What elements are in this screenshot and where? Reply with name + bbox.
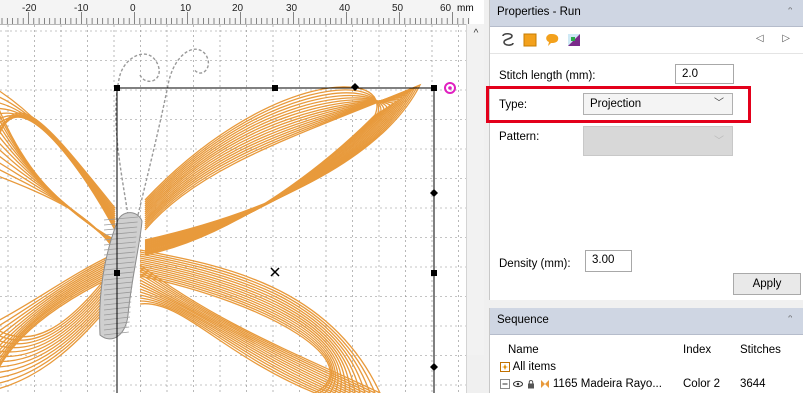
pattern-dropdown[interactable]: ﹀ [583, 126, 733, 156]
ruler-label: 10 [180, 3, 192, 14]
resize-handle[interactable] [114, 85, 120, 91]
horizontal-ruler: -20 -10 0 10 20 30 40 50 60 mm [0, 0, 474, 25]
canvas-scroll-corner [467, 355, 484, 393]
fill-square-icon[interactable] [522, 32, 538, 48]
row-stitches: 3644 [740, 378, 766, 390]
panel-nav-arrows-icon[interactable]: ◁ ▷ [756, 33, 798, 44]
rotate-handle[interactable] [430, 363, 438, 371]
ruler-label: 40 [339, 3, 351, 14]
ruler-label: -10 [74, 3, 89, 14]
vertical-scrollbar[interactable]: ^ [466, 24, 484, 393]
properties-title-bar: Properties - Run ᵔ [490, 0, 803, 27]
butterfly-body[interactable] [99, 212, 143, 340]
table-row[interactable]: 1165 Madeira Rayo... [500, 378, 662, 390]
eye-icon[interactable] [513, 379, 524, 389]
apply-button[interactable]: Apply [733, 273, 801, 295]
speech-bubble-icon[interactable] [544, 32, 560, 48]
lock-icon[interactable] [526, 379, 536, 389]
chevron-down-icon: ﹀ [714, 136, 724, 147]
magenta-anchor-icon[interactable] [444, 82, 456, 94]
pattern-label: Pattern: [499, 131, 540, 143]
ruler-label: 0 [130, 3, 136, 14]
embroidery-design[interactable] [0, 25, 466, 393]
stitch-length-label: Stitch length (mm): [499, 70, 596, 82]
rotate-handle[interactable] [430, 189, 438, 197]
ruler-label: 30 [286, 3, 298, 14]
ruler-label: 20 [232, 3, 244, 14]
resize-handle[interactable] [114, 270, 120, 276]
ruler-label: 50 [392, 3, 404, 14]
ruler-label: -20 [22, 3, 37, 14]
embroidery-palette-icon[interactable] [566, 32, 582, 48]
center-marker[interactable] [270, 267, 280, 277]
pin-icon[interactable]: ᵔ [788, 0, 792, 24]
properties-panel: Properties - Run ᵔ ◁ ▷ Stitch length (mm… [489, 0, 803, 300]
scroll-up-icon[interactable]: ^ [467, 28, 484, 44]
column-header-stitches[interactable]: Stitches [740, 344, 781, 356]
stitch-length-field[interactable]: 2.0 [675, 64, 734, 84]
butterfly-thumbnail-icon [540, 379, 549, 388]
row-name: 1165 Madeira Rayo... [552, 378, 662, 390]
panel-title: Properties - Run [497, 6, 581, 18]
butterfly-wings[interactable] [0, 83, 422, 393]
type-highlight-box [486, 86, 751, 123]
expand-icon[interactable] [500, 378, 510, 389]
properties-toolbar: ◁ ▷ [490, 27, 803, 54]
density-label: Density (mm): [499, 258, 571, 270]
pin-icon[interactable]: ᵔ [788, 308, 792, 332]
resize-handle[interactable] [272, 85, 278, 91]
outline-run-icon[interactable] [500, 32, 516, 48]
ruler-unit: mm [457, 3, 474, 14]
sequence-table: Name Index Stitches All items 1165 Madei… [490, 334, 803, 393]
row-index: Color 2 [683, 378, 721, 390]
design-canvas[interactable]: -20 -10 0 10 20 30 40 50 60 mm ^ [0, 0, 484, 393]
resize-handle[interactable] [431, 85, 437, 91]
all-items-label: All items [512, 361, 557, 373]
all-items-icon [500, 361, 510, 372]
sequence-panel: Sequence ᵔ Name Index Stitches All items [489, 308, 803, 393]
panel-title: Sequence [497, 314, 549, 326]
list-item-all-items[interactable]: All items [500, 361, 556, 373]
ruler-label: 60 [440, 3, 452, 14]
sequence-title-bar: Sequence ᵔ [490, 308, 803, 335]
density-field[interactable]: 3.00 [585, 250, 632, 272]
resize-handle[interactable] [431, 270, 437, 276]
column-header-index[interactable]: Index [683, 344, 711, 356]
column-header-name[interactable]: Name [508, 344, 539, 356]
